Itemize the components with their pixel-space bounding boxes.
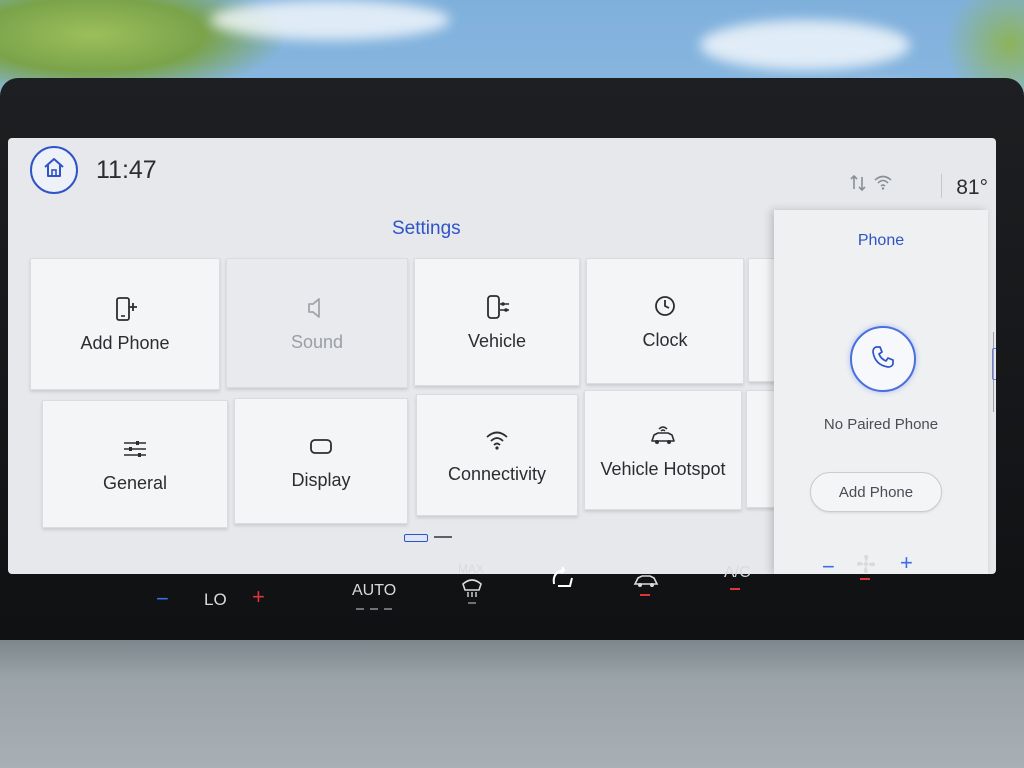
cloud [700,20,910,70]
phone-status: No Paired Phone [823,416,939,433]
tile-label: Vehicle Hotspot [600,458,726,479]
auto-indicator [384,608,392,610]
outside-temperature: 81° [956,176,988,199]
page-dot-active[interactable] [404,534,428,542]
driver-temp-down-button[interactable]: − [156,586,169,612]
cloud [210,0,450,40]
tile-general[interactable]: General [42,400,228,528]
rear-defrost-icon[interactable] [632,570,660,595]
auto-indicator [356,608,364,610]
ac-button[interactable]: A/C [724,564,751,582]
speaker-icon [303,294,331,322]
tile-label: Clock [642,329,688,350]
infotainment-screen: 11:47 81° Settings Add Phone Sound Vehic… [8,138,996,574]
scroll-handle[interactable] [992,348,996,380]
clock-time: 11:47 [96,156,157,184]
max-defrost-indicator [468,602,476,604]
recirculation-button[interactable] [548,564,576,597]
clock-icon [651,292,679,320]
tile-vehicle-hotspot[interactable]: Vehicle Hotspot [584,390,742,510]
tile-label: Vehicle [467,330,527,351]
driver-temp-up-button[interactable]: + [252,584,265,610]
tile-label: Connectivity [447,463,547,484]
vehicle-settings-icon [483,293,511,321]
display-icon [307,432,335,460]
phone-call-button[interactable] [850,326,916,392]
fan-speed-up-button[interactable]: + [900,550,913,576]
auto-indicator [370,608,378,610]
tile-label: Sound [290,331,344,352]
driver-temperature: LO [204,590,227,609]
home-button[interactable] [30,146,78,194]
tile-label: General [102,472,168,493]
status-divider [941,174,942,198]
wifi-icon [483,426,511,454]
tile-label: Add Phone [80,332,170,353]
dashboard-surface [0,640,1024,768]
page-title: Settings [392,218,461,239]
wifi-status-icon [874,174,892,197]
tile-label: Display [291,469,351,490]
max-defrost-icon[interactable] [460,576,484,603]
vehicle-hotspot-icon [649,421,677,449]
tile-sound[interactable]: Sound [226,258,408,388]
data-transfer-icon [850,174,866,197]
phone-panel: Phone No Paired Phone Add Phone [774,210,988,574]
max-defrost-label: MAX [458,562,485,576]
tile-clock[interactable]: Clock [586,258,744,384]
tile-display[interactable]: Display [234,398,408,524]
auto-climate-button[interactable]: AUTO [352,582,396,600]
tile-connectivity[interactable]: Connectivity [416,394,578,516]
rear-defrost-indicator [640,594,650,596]
status-bar: 11:47 81° [8,138,996,204]
add-phone-button[interactable]: Add Phone [810,472,942,512]
ac-indicator [730,588,740,590]
add-phone-icon [111,295,139,323]
phone-panel-title: Phone [857,232,905,249]
fan-icon[interactable] [854,552,878,581]
status-icons [850,174,892,197]
fan-speed-down-button[interactable]: − [822,554,835,580]
page-dot[interactable] [434,536,452,538]
sliders-icon [121,435,149,463]
tile-vehicle[interactable]: Vehicle [414,258,580,386]
fan-indicator [860,578,870,580]
page-indicator[interactable] [404,534,452,542]
home-icon [42,156,66,185]
phone-icon [870,344,896,375]
tile-add-phone[interactable]: Add Phone [30,258,220,390]
